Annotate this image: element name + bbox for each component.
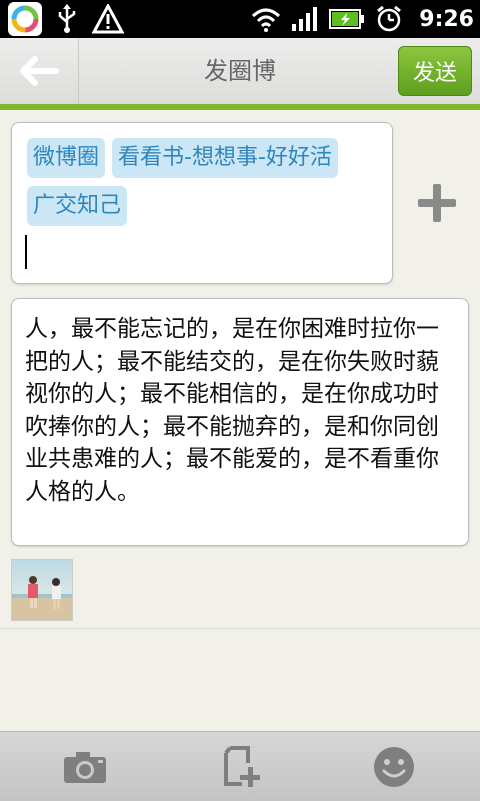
back-button[interactable] <box>0 38 79 104</box>
status-bar-right: 9:26 <box>251 0 474 38</box>
status-time: 9:26 <box>419 6 474 32</box>
signal-icon <box>292 7 318 31</box>
topic-tag[interactable]: 看看书-想想事-好好活 <box>112 138 338 178</box>
emoji-icon <box>374 746 414 787</box>
send-button[interactable]: 发送 <box>398 46 472 96</box>
topic-box[interactable]: 微博圈 看看书-想想事-好好活 广交知己 <box>11 122 393 284</box>
status-bar-left <box>8 2 124 36</box>
bottom-toolbar <box>0 731 480 801</box>
warning-icon <box>92 4 124 34</box>
divider <box>0 628 480 629</box>
emoji-button[interactable] <box>344 732 444 801</box>
status-bar: 9:26 <box>0 0 480 38</box>
wifi-icon <box>252 8 281 32</box>
add-page-button[interactable] <box>190 732 290 801</box>
photo-thumbnail[interactable] <box>11 559 73 621</box>
text-cursor <box>25 235 27 269</box>
camera-button[interactable] <box>35 732 135 801</box>
topic-tag[interactable]: 微博圈 <box>27 138 106 178</box>
plus-icon[interactable] <box>418 184 456 222</box>
title-bar: 发圈博 发送 <box>0 38 480 110</box>
compose-text[interactable]: 人，最不能忘记的，是在你困难时拉你一把的人；最不能结交的，是在你失败时藐视你的人… <box>25 313 455 508</box>
battery-icon <box>329 9 365 29</box>
topic-tag[interactable]: 广交知己 <box>27 186 128 226</box>
alarm-icon <box>377 5 402 32</box>
app-badge-icon <box>8 2 42 36</box>
back-arrow-icon <box>20 56 59 86</box>
compose-box[interactable]: 人，最不能忘记的，是在你困难时拉你一把的人；最不能结交的，是在你失败时藐视你的人… <box>11 298 469 546</box>
add-page-icon <box>224 745 260 787</box>
camera-icon <box>64 751 106 783</box>
usb-icon <box>58 4 76 33</box>
